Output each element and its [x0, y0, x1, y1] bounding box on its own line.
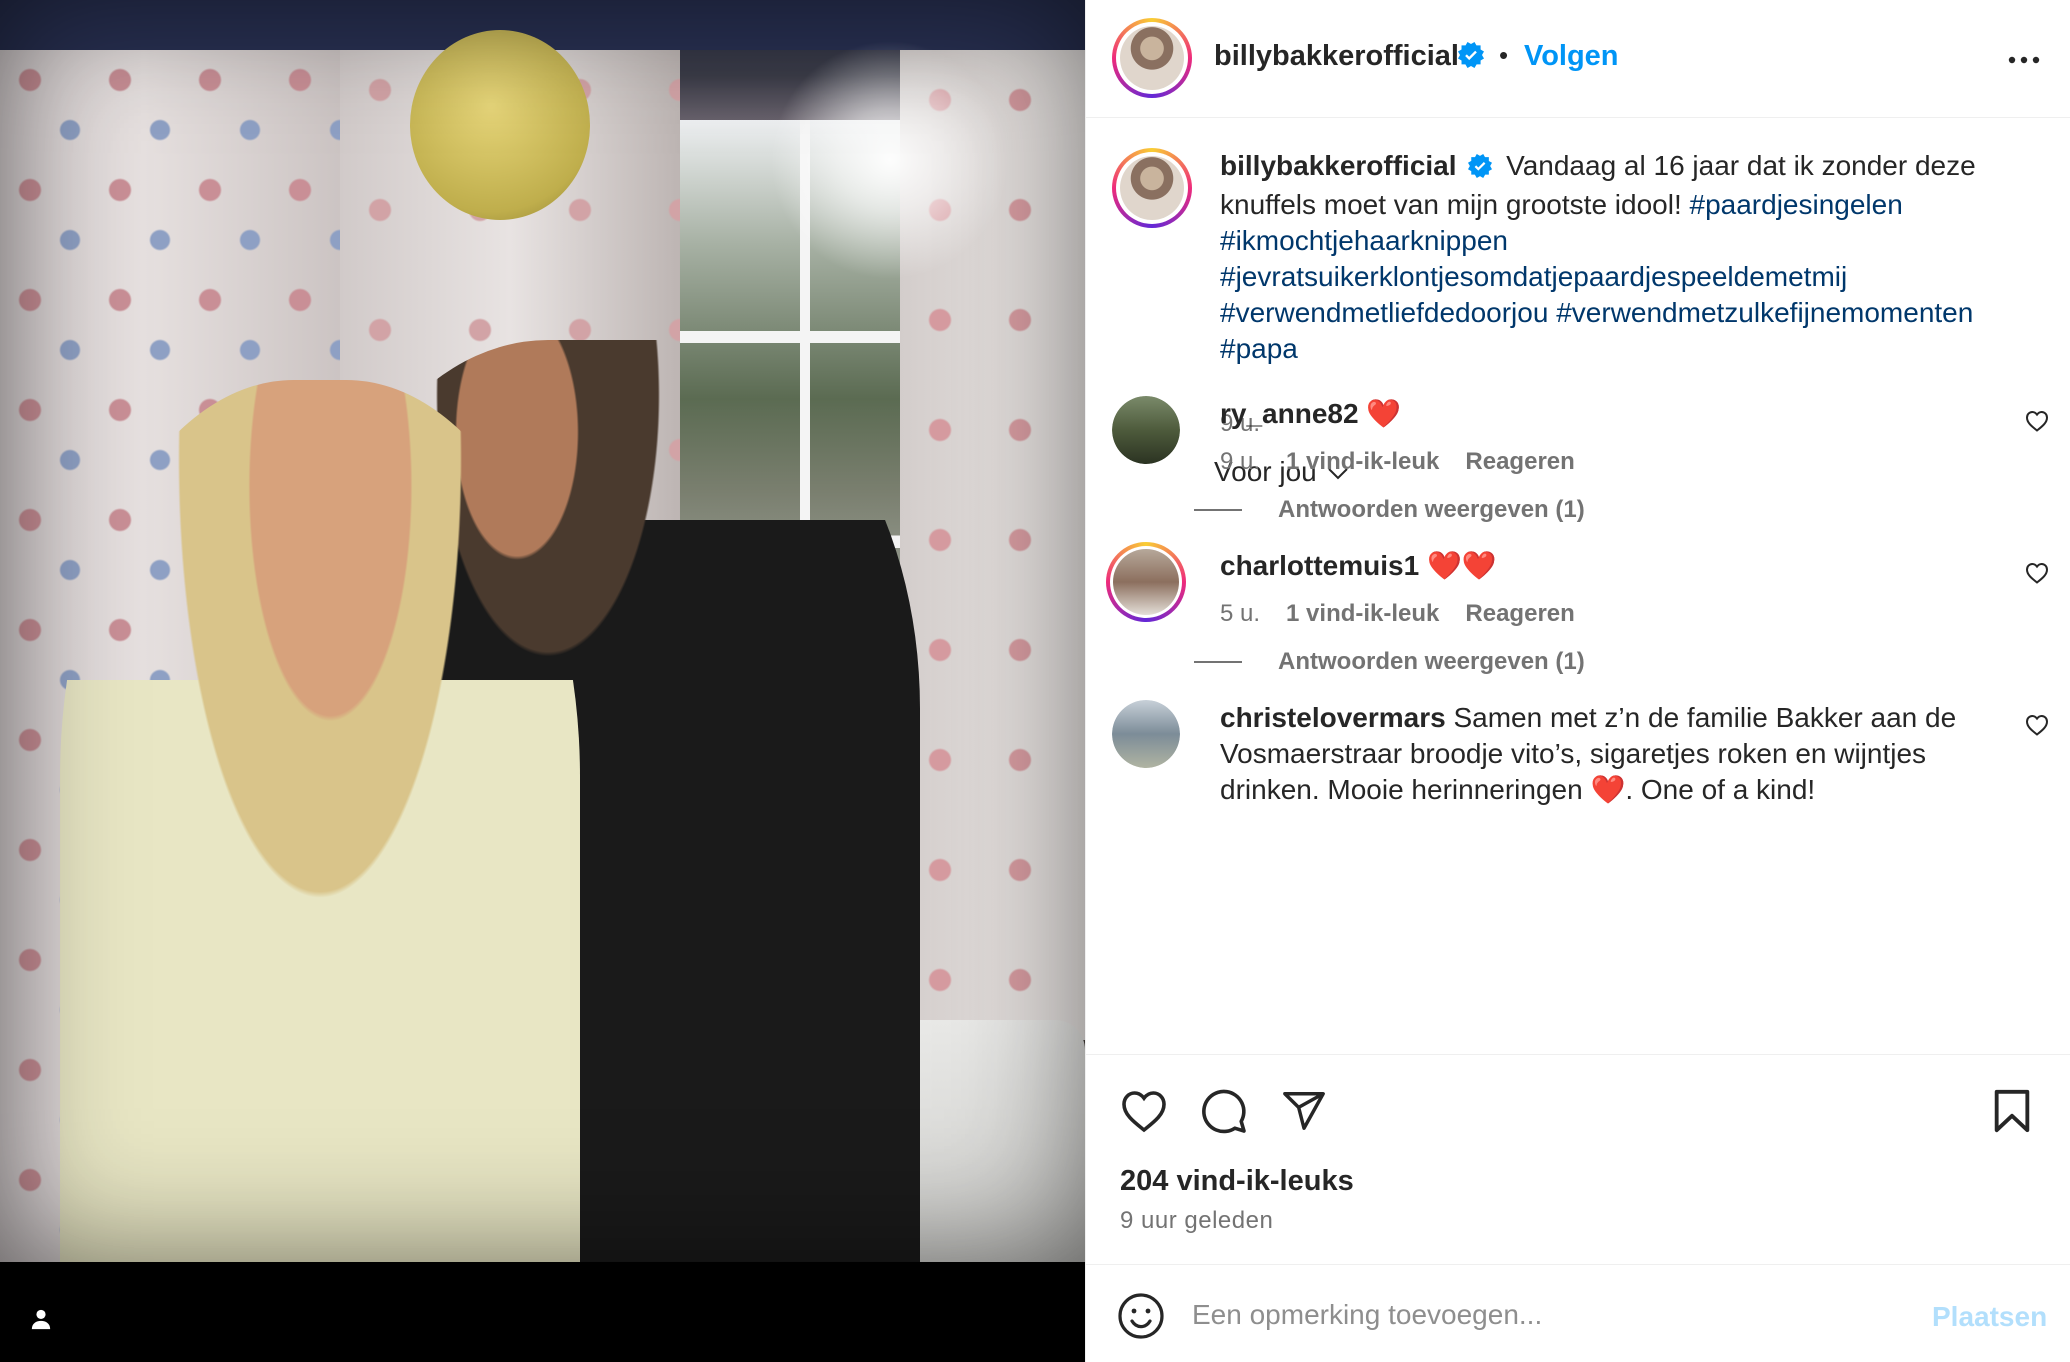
hashtag-link[interactable]: #ikmochtjehaarknippen [1220, 225, 1508, 256]
like-count[interactable]: 204 vind-ik-leuks [1120, 1165, 1354, 1198]
add-comment-bar: Plaatsen [1086, 1264, 2070, 1362]
view-replies-button[interactable]: Antwoorden weergeven (1) [1194, 648, 1585, 676]
view-replies-label: Antwoorden weergeven (1) [1278, 648, 1585, 675]
comment-meta: 9 u. 1 vind-ik-leuk Reageren [1220, 448, 1575, 476]
comment-body: christelovermars Samen met z’n de famili… [1220, 700, 2000, 808]
hashtag-link[interactable]: #jevratsuikerklontjesomdatjepaardjespeel… [1220, 261, 1847, 292]
hashtag-link[interactable]: #papa [1220, 333, 1298, 364]
comment-text: ❤️❤️ [1426, 550, 1497, 581]
post-header: billybakkerofficial • Volgen [1086, 0, 2070, 118]
comment-avatar[interactable] [1106, 542, 1186, 622]
comment-heart-icon[interactable] [2022, 710, 2052, 740]
author-avatar[interactable] [1112, 18, 1192, 98]
bookmark-icon[interactable] [1986, 1085, 2038, 1137]
comment-heart-icon[interactable] [2022, 406, 2052, 436]
comment-time[interactable]: 9 u. [1220, 448, 1260, 476]
heart-icon[interactable] [1118, 1085, 1170, 1137]
caption-author-avatar[interactable] [1112, 148, 1192, 228]
comment-time[interactable]: 5 u. [1220, 600, 1260, 628]
hashtag-link[interactable]: #verwendmetzulkefijnemomenten [1556, 297, 1973, 328]
comment-avatar[interactable] [1112, 700, 1180, 768]
photo-vignette [0, 0, 1085, 1262]
emoji-icon[interactable] [1116, 1291, 1166, 1341]
comment-icon[interactable] [1198, 1085, 1250, 1137]
verified-badge-icon [1468, 151, 1493, 187]
view-replies-label: Antwoorden weergeven (1) [1278, 496, 1585, 523]
comment-input[interactable] [1192, 1287, 1892, 1343]
replies-line [1194, 661, 1242, 663]
comment-username[interactable]: ry_anne82 [1220, 398, 1359, 429]
post-comment-button[interactable]: Plaatsen [1932, 1301, 2047, 1333]
reply-button[interactable]: Reageren [1465, 600, 1574, 628]
caption-author-username[interactable]: billybakkerofficial [1220, 150, 1457, 181]
comment-meta: 5 u. 1 vind-ik-leuk Reageren [1220, 600, 1575, 628]
share-icon[interactable] [1278, 1085, 1330, 1137]
comment-text: ❤️ [1366, 398, 1402, 429]
comments-scroll-area[interactable]: billybakkerofficial Vandaag al 16 jaar d… [1086, 118, 2070, 1054]
hashtag-link[interactable]: #verwendmetliefdedoorjou [1220, 297, 1548, 328]
header-separator: • [1499, 40, 1509, 70]
comment-likes[interactable]: 1 vind-ik-leuk [1286, 600, 1439, 628]
more-options-icon[interactable] [2004, 40, 2044, 80]
replies-line [1194, 509, 1242, 511]
verified-badge-icon [1458, 42, 1484, 73]
user-tag-icon[interactable] [24, 1302, 58, 1336]
post-side-panel: billybakkerofficial • Volgen billybakker… [1085, 0, 2070, 1362]
post-media[interactable] [0, 0, 1085, 1362]
reply-button[interactable]: Reageren [1465, 448, 1574, 476]
view-replies-button[interactable]: Antwoorden weergeven (1) [1194, 496, 1585, 524]
comment-username[interactable]: christelovermars [1220, 702, 1446, 733]
caption-text: billybakkerofficial Vandaag al 16 jaar d… [1220, 148, 2040, 367]
comment-username[interactable]: charlottemuis1 [1220, 550, 1419, 581]
hashtag-link[interactable]: #paardjesingelen [1690, 189, 1903, 220]
comment-body: ry_anne82 ❤️ [1220, 396, 2000, 432]
post-actions: 204 vind-ik-leuks 9 uur geleden [1086, 1054, 2070, 1264]
post-photo[interactable] [0, 0, 1085, 1262]
author-username[interactable]: billybakkerofficial [1214, 40, 1459, 73]
post-timestamp[interactable]: 9 uur geleden [1120, 1207, 1273, 1235]
follow-button[interactable]: Volgen [1524, 40, 1619, 73]
comment-avatar[interactable] [1112, 396, 1180, 464]
comment-likes[interactable]: 1 vind-ik-leuk [1286, 448, 1439, 476]
comment-body: charlottemuis1 ❤️❤️ [1220, 548, 2000, 584]
comment-heart-icon[interactable] [2022, 558, 2052, 588]
